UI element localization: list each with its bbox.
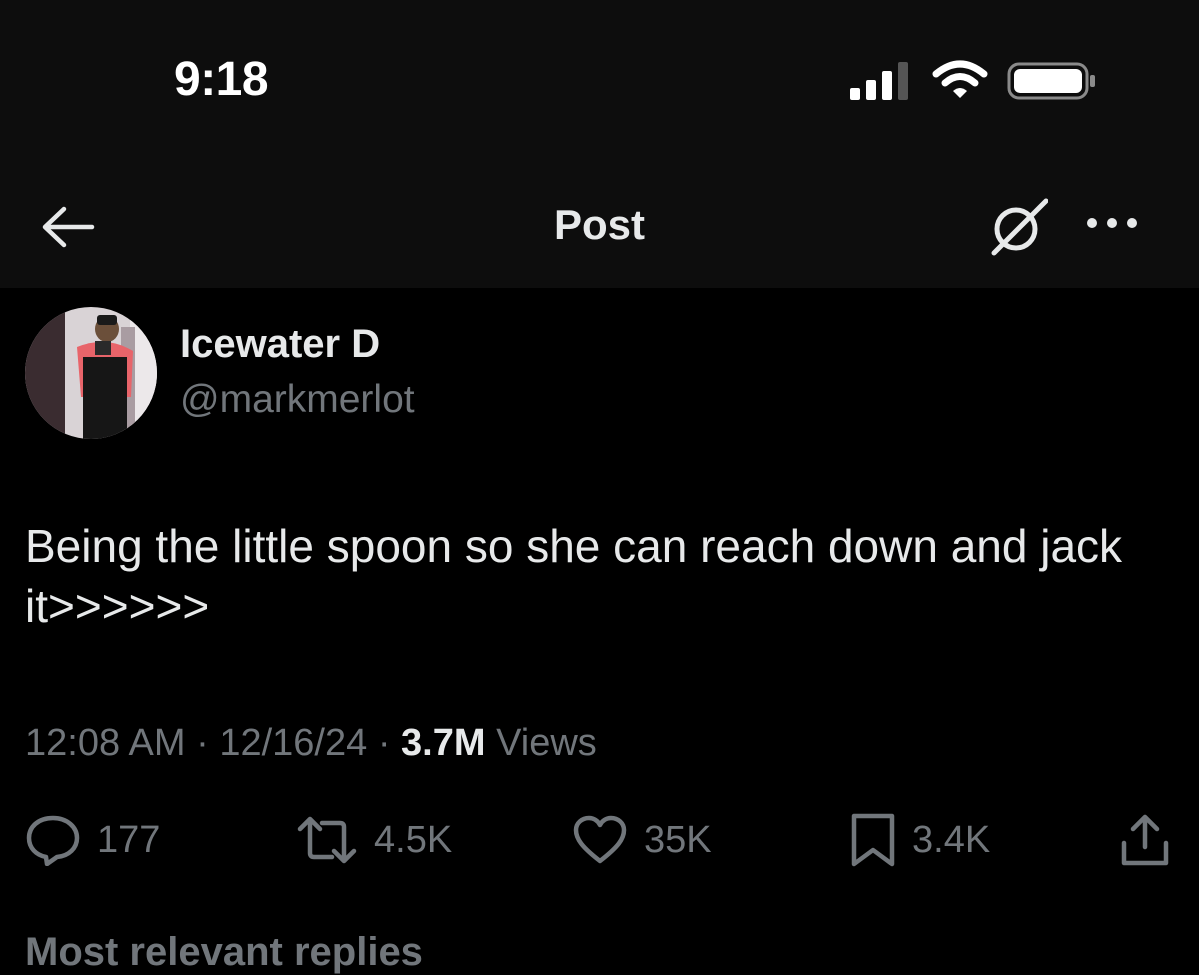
replies-heading: Most relevant replies [25, 930, 423, 974]
avatar-photo [25, 307, 157, 439]
share-icon [1121, 814, 1169, 866]
username-handle[interactable]: @markmerlot [180, 378, 415, 422]
share-button[interactable] [1120, 810, 1170, 870]
wifi-icon [932, 60, 988, 98]
tweet-time: 12:08 AM [25, 722, 186, 764]
display-name[interactable]: Icewater D [180, 322, 380, 367]
meta-separator: · [185, 722, 220, 764]
grok-button[interactable] [988, 197, 1049, 257]
meta-separator: · [367, 722, 402, 764]
views-count: 3.7M [401, 722, 486, 764]
reply-button[interactable]: 177 [25, 810, 160, 870]
tweet-meta: 12:08 AM · 12/16/24 · 3.7M Views [25, 722, 597, 765]
bookmark-count: 3.4K [912, 818, 991, 861]
tweet-text: Being the little spoon so she can reach … [25, 520, 1123, 632]
repost-button[interactable]: 4.5K [296, 810, 452, 870]
more-icon [1087, 218, 1137, 228]
grok-icon [991, 198, 1049, 256]
bookmark-button[interactable]: 3.4K [850, 810, 990, 870]
status-time: 9:18 [174, 53, 269, 106]
battery-icon [1007, 62, 1095, 100]
signal-icon [850, 62, 908, 100]
repost-icon [297, 816, 357, 864]
views-label: Views [496, 722, 597, 764]
action-bar: 177 4.5K 35K 3.4K [0, 810, 1199, 870]
more-options-button[interactable] [1084, 211, 1140, 235]
like-button[interactable]: 35K [572, 810, 712, 870]
like-count: 35K [644, 818, 712, 861]
nav-bar: Post [0, 165, 1199, 288]
tweet-date: 12/16/24 [219, 722, 368, 764]
repost-count: 4.5K [374, 818, 453, 861]
like-icon [573, 815, 627, 864]
reply-count: 177 [97, 818, 161, 861]
reply-icon [26, 815, 80, 866]
avatar[interactable] [25, 307, 157, 439]
bookmark-icon [851, 813, 895, 867]
status-bar: 9:18 [0, 0, 1199, 165]
